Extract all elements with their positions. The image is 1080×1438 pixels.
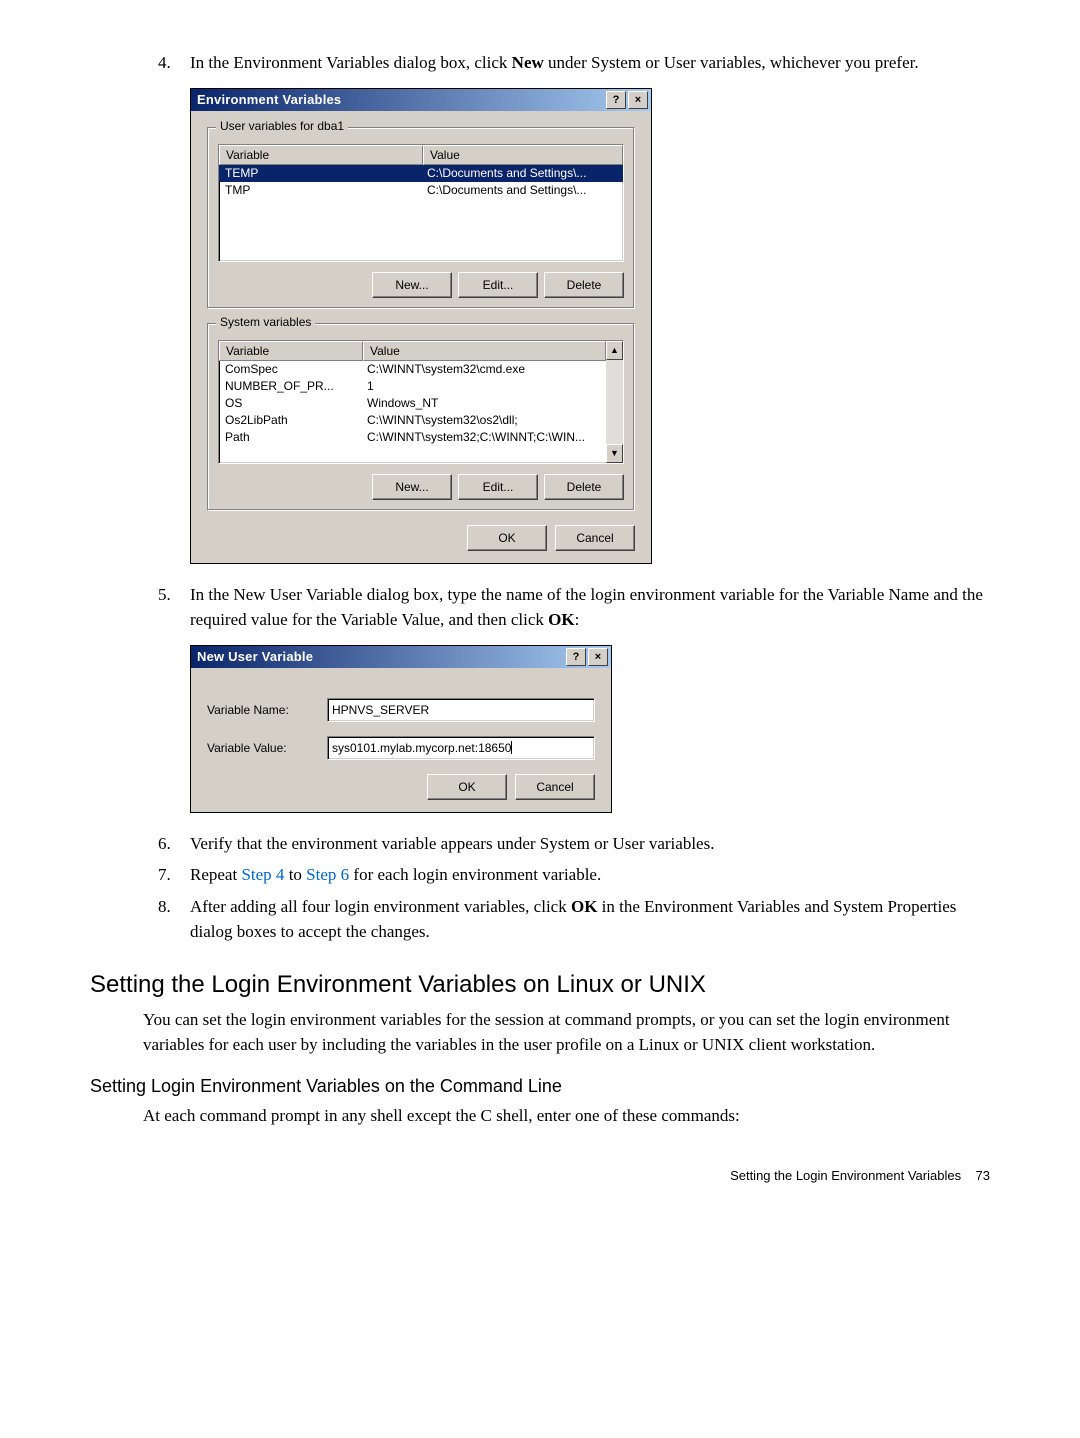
new-user-variable-figure: New User Variable ? × Variable Name: HPN… (190, 645, 990, 813)
system-variables-group: System variables Variable Value ComSpec … (207, 323, 635, 511)
scroll-track[interactable] (606, 360, 623, 444)
list-item[interactable]: Os2LibPath C:\WINNT\system32\os2\dll; (219, 412, 606, 429)
edit-button[interactable]: Edit... (458, 272, 538, 298)
cancel-button[interactable]: Cancel (515, 774, 595, 800)
text-cursor (511, 741, 512, 754)
list-item[interactable]: TMP C:\Documents and Settings\... (219, 182, 623, 199)
list-item[interactable]: TEMP C:\Documents and Settings\... (219, 165, 623, 182)
variable-value-input[interactable]: sys0101.mylab.mycorp.net:18650 (327, 736, 595, 760)
section-heading: Setting the Login Environment Variables … (90, 971, 990, 999)
edit-button[interactable]: Edit... (458, 474, 538, 500)
user-variables-list[interactable]: Variable Value TEMP C:\Documents and Set… (218, 144, 624, 262)
list-item[interactable]: OS Windows_NT (219, 395, 606, 412)
delete-button[interactable]: Delete (544, 272, 624, 298)
column-value[interactable]: Value (363, 341, 606, 361)
step-number: 4. (158, 50, 190, 76)
step-5: 5. In the New User Variable dialog box, … (158, 582, 990, 633)
cancel-button[interactable]: Cancel (555, 525, 635, 551)
new-button[interactable]: New... (372, 272, 452, 298)
step-text: Repeat Step 4 to Step 6 for each login e… (190, 862, 990, 888)
step-text: Verify that the environment variable app… (190, 831, 990, 857)
user-variables-group: User variables for dba1 Variable Value T… (207, 127, 635, 309)
help-icon[interactable]: ? (566, 648, 586, 666)
link-step-6[interactable]: Step 6 (306, 865, 349, 884)
step-number: 6. (158, 831, 190, 857)
ok-button[interactable]: OK (467, 525, 547, 551)
subsection-heading: Setting Login Environment Variables on t… (90, 1076, 990, 1097)
variable-name-label: Variable Name: (207, 703, 327, 717)
list-item[interactable]: ComSpec C:\WINNT\system32\cmd.exe (219, 361, 606, 378)
step-text: After adding all four login environment … (190, 894, 990, 945)
help-icon[interactable]: ? (606, 91, 626, 109)
page-footer: Setting the Login Environment Variables … (90, 1168, 990, 1183)
list-item[interactable]: NUMBER_OF_PR... 1 (219, 378, 606, 395)
system-legend: System variables (216, 315, 315, 329)
list-header: Variable Value (219, 145, 623, 165)
step-7: 7. Repeat Step 4 to Step 6 for each logi… (158, 862, 990, 888)
link-step-4[interactable]: Step 4 (241, 865, 284, 884)
variable-name-row: Variable Name: HPNVS_SERVER (207, 698, 595, 722)
variable-name-input[interactable]: HPNVS_SERVER (327, 698, 595, 722)
close-icon[interactable]: × (588, 648, 608, 666)
step-number: 7. (158, 862, 190, 888)
env-dialog-figure: Environment Variables ? × User variables… (190, 88, 990, 564)
delete-button[interactable]: Delete (544, 474, 624, 500)
step-8: 8. After adding all four login environme… (158, 894, 990, 945)
step-text: In the Environment Variables dialog box,… (190, 50, 990, 76)
scroll-down-icon[interactable]: ▼ (606, 444, 623, 463)
system-variables-list[interactable]: Variable Value ComSpec C:\WINNT\system32… (218, 340, 624, 464)
column-value[interactable]: Value (423, 145, 623, 165)
environment-variables-dialog: Environment Variables ? × User variables… (190, 88, 652, 564)
titlebar: New User Variable ? × (191, 646, 611, 668)
user-legend: User variables for dba1 (216, 119, 348, 133)
step-number: 5. (158, 582, 190, 633)
ok-button[interactable]: OK (427, 774, 507, 800)
page-number: 73 (976, 1168, 990, 1183)
variable-value-row: Variable Value: sys0101.mylab.mycorp.net… (207, 736, 595, 760)
scrollbar[interactable]: ▲ ▼ (606, 341, 623, 463)
list-item[interactable]: Path C:\WINNT\system32;C:\WINNT;C:\WIN..… (219, 429, 606, 446)
new-button[interactable]: New... (372, 474, 452, 500)
new-user-variable-dialog: New User Variable ? × Variable Name: HPN… (190, 645, 612, 813)
step-4: 4. In the Environment Variables dialog b… (158, 50, 990, 76)
dialog-title: New User Variable (197, 649, 564, 664)
close-icon[interactable]: × (628, 91, 648, 109)
step-6: 6. Verify that the environment variable … (158, 831, 990, 857)
footer-text: Setting the Login Environment Variables (730, 1168, 961, 1183)
variable-value-label: Variable Value: (207, 741, 327, 755)
column-variable[interactable]: Variable (219, 145, 423, 165)
titlebar: Environment Variables ? × (191, 89, 651, 111)
column-variable[interactable]: Variable (219, 341, 363, 361)
step-text: In the New User Variable dialog box, typ… (190, 582, 990, 633)
dialog-title: Environment Variables (197, 92, 604, 107)
list-header: Variable Value (219, 341, 606, 361)
body-paragraph: At each command prompt in any shell exce… (143, 1103, 990, 1129)
body-paragraph: You can set the login environment variab… (143, 1007, 990, 1058)
scroll-up-icon[interactable]: ▲ (606, 341, 623, 360)
step-number: 8. (158, 894, 190, 945)
